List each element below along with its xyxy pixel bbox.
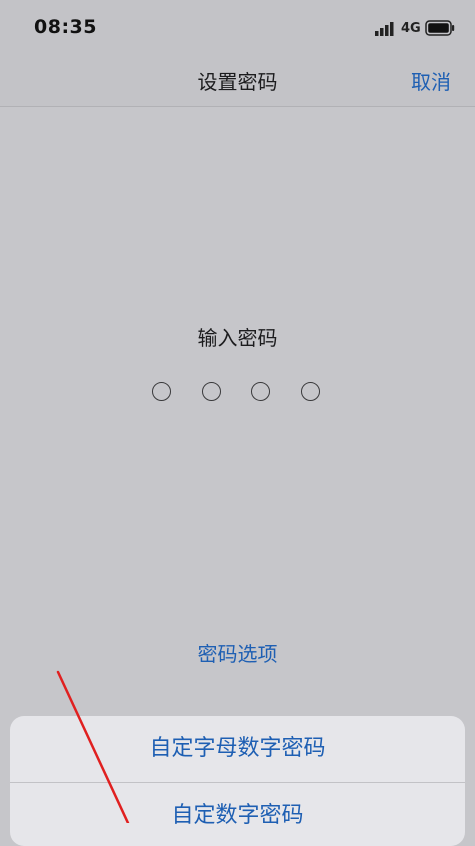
status-time: 08:35: [34, 16, 97, 38]
signal-bars-icon: [375, 22, 394, 36]
passcode-prompt: 输入密码: [197, 326, 278, 350]
custom-alphanumeric-code-option[interactable]: 自定字母数字密码: [10, 716, 465, 782]
page-title: 设置密码: [197, 70, 278, 94]
passcode-dot: [202, 382, 221, 401]
passcode-options-link[interactable]: 密码选项: [0, 638, 475, 667]
battery-icon: [425, 20, 455, 36]
action-sheet: 自定字母数字密码 自定数字密码: [10, 716, 465, 846]
custom-numeric-code-option[interactable]: 自定数字密码: [10, 783, 465, 846]
passcode-dot: [152, 382, 171, 401]
annotation-arrow: [56, 670, 130, 823]
navigation-bar: 设置密码 取消: [0, 56, 475, 107]
network-type-label: 4G: [401, 21, 421, 36]
passcode-dot: [301, 382, 320, 401]
cancel-button[interactable]: 取消: [411, 66, 451, 95]
status-bar: 08:35 4G: [0, 0, 475, 56]
passcode-dot: [251, 382, 270, 401]
passcode-dots: [150, 382, 325, 406]
